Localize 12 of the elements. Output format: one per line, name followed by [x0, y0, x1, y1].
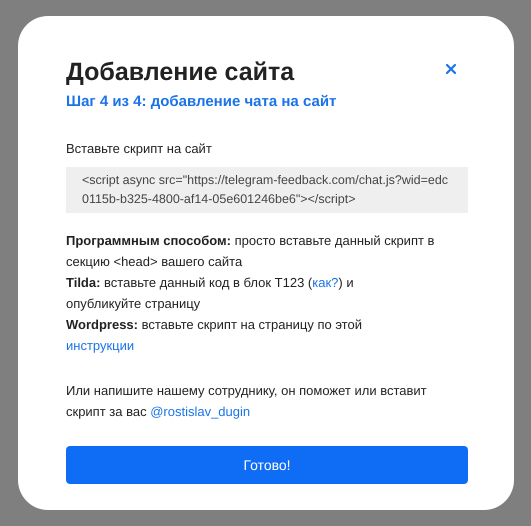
close-button[interactable]	[444, 62, 458, 76]
link[interactable]: инструкции	[66, 338, 134, 353]
script-label: Вставьте скрипт на сайт	[66, 140, 213, 158]
step-subtitle: Шаг 4 из 4: добавление чата на сайт	[66, 92, 338, 112]
dialog-title: Добавление сайта	[66, 57, 294, 88]
contact-text: Или напишите нашему сотруднику, он поможет или вставит скрипт за вас @rostislav_dugin	[66, 382, 428, 421]
close-icon	[444, 62, 458, 76]
script-code: <script async src="https://telegram-feedback.com/chat.js?wid=edc0115b-b325-4800-af14-05e601246be6"></script>	[66, 167, 468, 213]
done-button[interactable]: Готово!	[66, 446, 468, 484]
link[interactable]: @rostislav_dugin	[150, 404, 250, 419]
link[interactable]: как?	[312, 275, 338, 290]
instruction-text: Wordpress: вставьте скрипт на страницу по этой инструкции	[66, 316, 363, 355]
